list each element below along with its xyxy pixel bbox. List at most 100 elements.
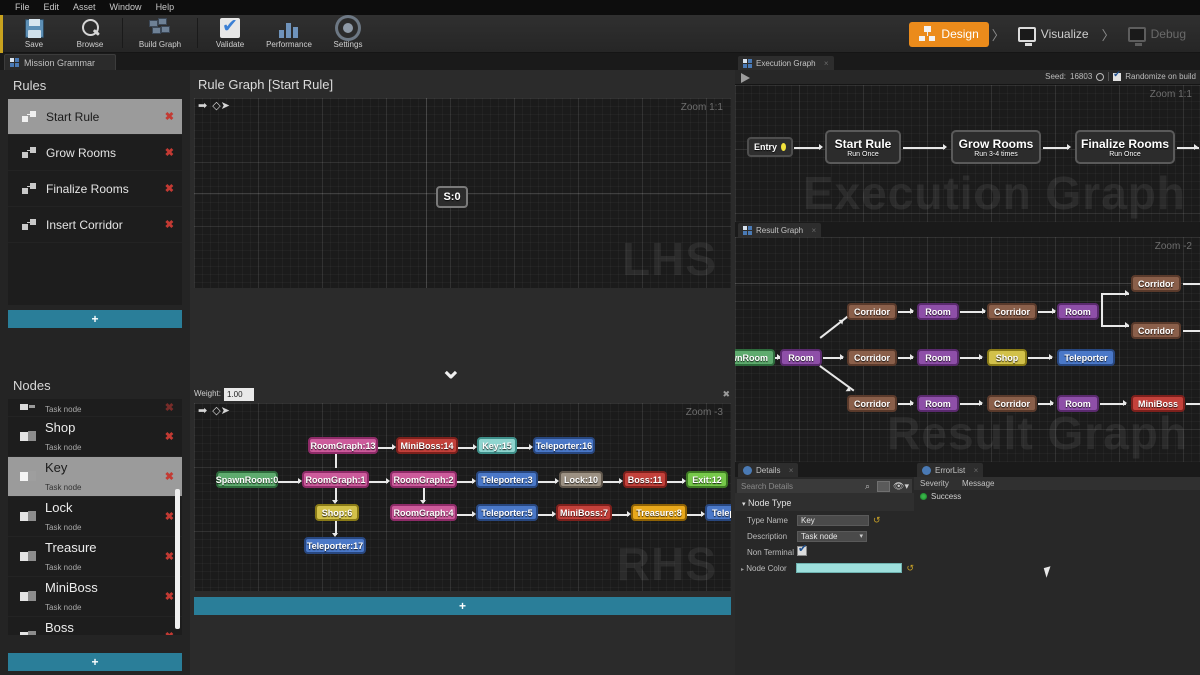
close-icon[interactable]: × [974,466,979,475]
result-node-room-1[interactable]: Room [917,303,959,320]
performance-button[interactable]: Performance [258,15,320,53]
remove-node-miniboss[interactable]: ✖ [165,590,174,603]
result-node-spawnroom[interactable]: wnRoom [735,349,775,366]
eye-icon[interactable]: 👁▾ [893,481,909,492]
rhs-node-teleporter-3[interactable]: Teleporter:3 [476,471,538,488]
mode-debug[interactable]: Debug [1118,23,1196,46]
rhs-graph-tools[interactable]: ➡ ◇➤ [198,406,230,416]
result-graph-canvas[interactable]: Zoom -2 Result Graph [735,237,1200,462]
menu-item-file[interactable]: File [8,0,37,15]
validate-button[interactable]: Validate [202,15,258,53]
revert-icon-type-name[interactable]: ↺ [873,515,881,526]
sidebar-item-grow-rooms[interactable]: Grow Rooms ✖ [8,135,182,171]
menu-item-help[interactable]: Help [149,0,182,15]
non-terminal-checkbox[interactable]: ✔ [797,546,807,556]
result-node-teleporter[interactable]: Teleporter [1057,349,1115,366]
browse-button[interactable]: Browse [62,15,118,53]
build-graph-button[interactable]: Build Graph [127,15,193,53]
rhs-node-teleporter-16[interactable]: Teleporter:16 [533,437,595,454]
list-item-treasure[interactable]: Treasure Task node ✖ [8,537,182,577]
result-node-room-3[interactable]: Room [917,349,959,366]
weight-input[interactable]: 1.00 [224,388,254,401]
execution-node-entry[interactable]: Entry [747,137,793,157]
arrow-right-icon[interactable]: ➡ [198,101,207,111]
remove-node-boss[interactable]: ✖ [165,630,174,635]
rhs-node-roomgraph-13[interactable]: RoomGraph:13 [308,437,378,454]
search-details-input[interactable]: Search Details [737,482,793,491]
remove-node-shop[interactable]: ✖ [165,430,174,443]
rhs-node-roomgraph-2[interactable]: RoomGraph:2 [390,471,457,488]
diamond-arrow-icon[interactable]: ◇➤ [212,101,230,111]
remove-node-treasure[interactable]: ✖ [165,550,174,563]
close-rule-button[interactable]: ✖ [722,389,730,400]
play-icon[interactable] [741,73,750,83]
rhs-node-treasure-8[interactable]: Treasure:8 [631,504,687,521]
rhs-node-roomgraph-1[interactable]: RoomGraph:1 [302,471,369,488]
list-item-shop[interactable]: Shop Task node ✖ [8,417,182,457]
details-section-node-type[interactable]: ▾ Node Type [735,493,914,511]
menu-item-window[interactable]: Window [103,0,149,15]
details-search-row[interactable]: Search Details ⌕ 👁▾ [737,479,912,493]
remove-rule-insert-corridor[interactable]: ✖ [165,218,174,231]
close-icon[interactable]: × [811,226,816,235]
rhs-node-roomgraph-4[interactable]: RoomGraph:4 [390,504,457,521]
tab-execution-graph[interactable]: Execution Graph × [738,56,834,70]
execution-node-finalize-rooms[interactable]: Finalize Rooms Run Once [1075,130,1175,164]
result-node-corridor-7[interactable]: Corridor [987,395,1037,412]
save-button[interactable]: Save [6,15,62,53]
remove-node-partial[interactable]: ✖ [165,401,174,414]
rhs-node-teleporter-5[interactable]: Teleporter:5 [476,504,538,521]
result-node-corridor-3[interactable]: Corridor [1131,275,1181,292]
result-node-corridor-2[interactable]: Corridor [987,303,1037,320]
rhs-node-miniboss-14[interactable]: MiniBoss:14 [396,437,458,454]
result-node-miniboss[interactable]: MiniBoss [1131,395,1185,412]
list-item-partial[interactable]: Task node ✖ [8,399,182,417]
revert-icon-node-color[interactable]: ↺ [906,563,914,574]
result-node-corridor-1[interactable]: Corridor [847,303,897,320]
rhs-node-teleporter-partial[interactable]: Telep [705,504,731,521]
seed-value[interactable]: 16803 [1070,72,1092,81]
diamond-arrow-icon[interactable]: ◇➤ [212,406,230,416]
sidebar-item-insert-corridor[interactable]: Insert Corridor ✖ [8,207,182,243]
tab-result-graph[interactable]: Result Graph × [738,223,821,237]
result-node-room-4[interactable]: Room [917,395,959,412]
rhs-node-shop-6[interactable]: Shop:6 [315,504,359,521]
sidebar-item-finalize-rooms[interactable]: Finalize Rooms ✖ [8,171,182,207]
rhs-node-lock-10[interactable]: Lock:10 [559,471,603,488]
tab-details[interactable]: Details × [738,463,798,477]
result-node-corridor-4[interactable]: Corridor [1131,322,1181,339]
list-item-lock[interactable]: Lock Task node ✖ [8,497,182,537]
rhs-node-spawnroom-0[interactable]: SpawnRoom:0 [216,471,278,488]
grid-view-icon[interactable] [877,481,890,492]
menu-item-asset[interactable]: Asset [66,0,103,15]
result-node-room-2[interactable]: Room [1057,303,1099,320]
tab-error-list[interactable]: ErrorList × [917,463,983,477]
nodes-list-scrollbar[interactable] [175,489,180,629]
type-name-input[interactable]: Key [797,515,869,526]
result-node-room-5[interactable]: Room [1057,395,1099,412]
result-node-room-a[interactable]: Room [780,349,822,366]
rhs-node-key-15[interactable]: Key:15 [477,437,517,454]
rhs-node-exit-12[interactable]: Exit:12 [686,471,728,488]
add-node-button[interactable]: + [8,653,182,671]
refresh-seed-icon[interactable] [1096,73,1104,81]
remove-rule-start-rule[interactable]: ✖ [165,110,174,123]
remove-node-lock[interactable]: ✖ [165,510,174,523]
mode-visualize[interactable]: Visualize [1008,23,1099,46]
lhs-node-s0[interactable]: S:0 [436,186,468,208]
lhs-graph-canvas[interactable]: ➡ ◇➤ Zoom 1:1 LHS S:0 [194,98,731,288]
rhs-node-miniboss-7[interactable]: MiniBoss:7 [556,504,612,521]
tab-mission-grammar[interactable]: Mission Grammar [4,54,116,70]
description-select[interactable]: Task node [797,531,867,542]
list-item-boss[interactable]: Boss Task node ✖ [8,617,182,635]
nodes-list[interactable]: Task node ✖ Shop Task node ✖ [8,399,182,635]
remove-rule-grow-rooms[interactable]: ✖ [165,146,174,159]
execution-graph-canvas[interactable]: Zoom 1:1 Execution Graph Entry Start Rul… [735,85,1200,222]
settings-button[interactable]: Settings [320,15,376,53]
mode-design[interactable]: Design [909,22,988,47]
remove-node-key[interactable]: ✖ [165,470,174,483]
rhs-graph-canvas[interactable]: ➡ ◇➤ Zoom -3 RHS [194,403,731,591]
result-node-corridor-5[interactable]: Corridor [847,349,897,366]
list-item-miniboss[interactable]: MiniBoss Task node ✖ [8,577,182,617]
node-color-swatch[interactable] [796,563,902,573]
